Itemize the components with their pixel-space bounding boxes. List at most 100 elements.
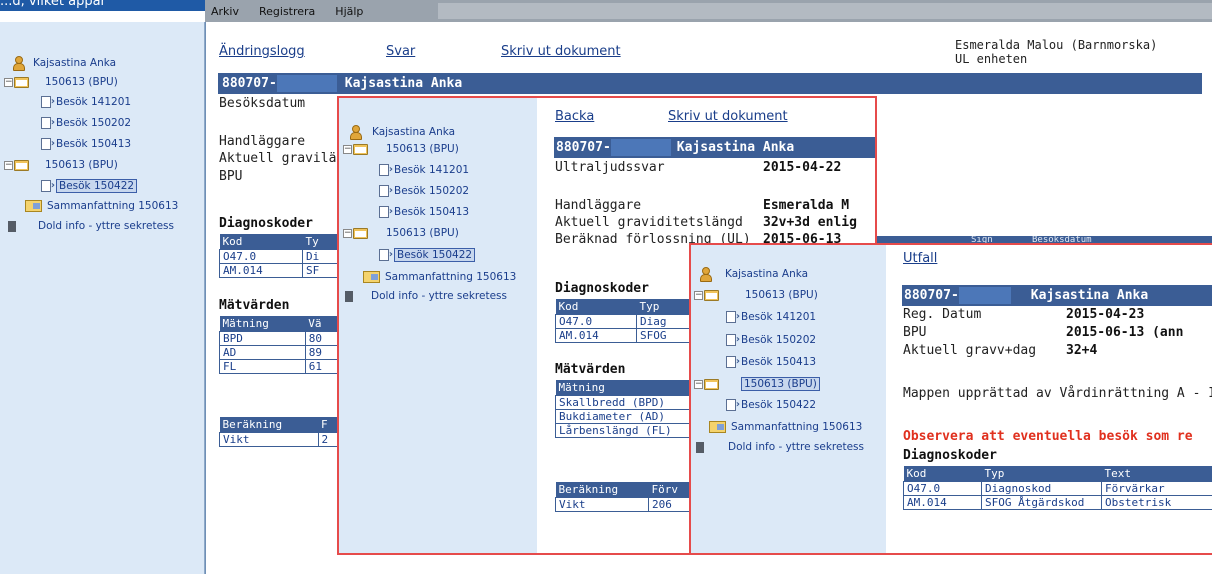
tree-folder-1-label: 150613 (BPU) (386, 143, 459, 155)
tree-summary[interactable]: Sammanfattning 150613 (25, 200, 178, 212)
table-row[interactable]: Skallbredd (BPD) (555, 394, 695, 410)
tree-folder-1[interactable]: − 150613 (BPU) (4, 76, 118, 88)
table-row[interactable]: AM.014 SF (218, 262, 339, 278)
cell: 2 (317, 431, 340, 447)
patient-id: 880707- (556, 140, 611, 155)
menu-arkiv[interactable]: Arkiv (211, 5, 239, 18)
patient-id: 880707- (904, 288, 959, 303)
table-row[interactable]: AM.014 SFOG (555, 327, 696, 343)
diagnoskoder-title: Diagnoskoder (219, 216, 313, 231)
tree-visit-label: Besök 141201 (56, 96, 132, 108)
cell: 89 (304, 344, 340, 360)
col-header: Kod (903, 466, 982, 481)
tree-folder-2-selected-label: 150613 (BPU) (741, 377, 820, 391)
document-icon (41, 117, 55, 129)
tree-summary[interactable]: Sammanfattning 150613 (363, 271, 516, 283)
tree-summary-label: Sammanfattning 150613 (385, 271, 517, 283)
document-icon (41, 138, 55, 150)
col-header: F (318, 417, 339, 432)
tree-hidden-info[interactable]: Dold info - yttre sekretess (8, 220, 174, 232)
tree-visit-141201[interactable]: Besök 141201 (726, 311, 816, 323)
tree-folder-1[interactable]: − 150613 (BPU) (694, 289, 818, 301)
folder-icon (704, 378, 719, 390)
cell: Vikt (219, 431, 319, 447)
print-document-link[interactable]: Skriv ut dokument (668, 109, 788, 124)
table-row[interactable]: O47.0 Diag (555, 313, 696, 329)
cell: AD (219, 344, 306, 360)
patient-id: 880707- (222, 76, 277, 91)
gravv-value: 32+4 (1066, 343, 1098, 358)
patient-icon (349, 125, 362, 140)
tree-visit-150202[interactable]: Besök 150202 (379, 185, 469, 197)
back-link[interactable]: Backa (555, 109, 594, 124)
tree-visit-150422[interactable]: Besök 150422 (379, 248, 476, 262)
outcome-link[interactable]: Utfall (903, 251, 937, 266)
menu-registrera[interactable]: Registrera (259, 5, 315, 18)
tree-visit-141201[interactable]: Besök 141201 (41, 96, 131, 108)
table-row[interactable]: Bukdiameter (AD) (555, 408, 695, 424)
table-row[interactable]: Vikt 2 (219, 431, 340, 447)
cell: O47.0 (903, 480, 982, 496)
patient-icon (12, 56, 25, 71)
handlaggare-value: Esmeralda M (763, 198, 850, 213)
tree-visit-150202[interactable]: Besök 150202 (726, 334, 816, 346)
handlaggare-label: Handläggare (555, 198, 642, 213)
change-log-link[interactable]: Ändringslogg (219, 44, 305, 59)
masked-id (610, 139, 671, 156)
table-row[interactable]: O47.0 Diagnoskod Förvärkar (903, 480, 1212, 496)
mappen-text: Mappen upprättad av Vårdinrättning A - I (903, 386, 1212, 401)
cell: AM.014 (218, 262, 304, 278)
cell: BPD (219, 330, 306, 346)
col-header: Typ (981, 466, 1102, 481)
tree-folder-2[interactable]: − 150613 (BPU) (343, 227, 459, 239)
tree-folder-1-label: 150613 (BPU) (745, 289, 818, 301)
svar-link[interactable]: Svar (386, 44, 415, 59)
tree-summary[interactable]: Sammanfattning 150613 (709, 421, 862, 433)
tree-patient[interactable]: Kajsastina Anka (699, 267, 808, 282)
collapse-icon[interactable]: − (343, 228, 352, 238)
cell: O47.0 (555, 313, 637, 329)
tree-patient[interactable]: Kajsastina Anka (349, 125, 455, 140)
folder-icon (353, 227, 368, 239)
table-row[interactable]: Vikt 206 (555, 496, 696, 512)
table-row[interactable]: AD 89 (219, 344, 340, 360)
bpu-value: 2015-06-13 (ann (1066, 325, 1184, 340)
menu-hjalp[interactable]: Hjälp (335, 5, 363, 18)
bpu-label: BPU (903, 325, 927, 340)
col-header: Typ (636, 299, 695, 314)
collapse-icon[interactable]: − (694, 379, 703, 389)
print-document-link[interactable]: Skriv ut dokument (501, 44, 621, 59)
table-row[interactable]: FL 61 (219, 358, 340, 374)
tree-visit-150202[interactable]: Besök 150202 (41, 117, 131, 129)
tree-visit-150413[interactable]: Besök 150413 (41, 138, 131, 150)
menu-bar: Arkiv Registrera Hjälp (205, 0, 1212, 22)
tree-folder-1[interactable]: − 150613 (BPU) (343, 143, 459, 155)
graviditet-value: 32v+3d enlig (763, 215, 857, 230)
tree-hidden-info[interactable]: Dold info - yttre sekretess (696, 441, 864, 453)
cell: SFOG (635, 327, 696, 343)
table-row[interactable]: Lårbenslängd (FL) (555, 422, 695, 438)
bpu-label: BPU (219, 169, 243, 184)
tree-hidden-label: Dold info - yttre sekretess (38, 220, 174, 232)
table-row[interactable]: BPD 80 (219, 330, 340, 346)
tree-visit-150422[interactable]: Besök 150422 (726, 399, 816, 411)
collapse-icon[interactable]: − (4, 160, 13, 170)
table-row[interactable]: AM.014 SFOG Åtgärdskod Obstetrisk (903, 494, 1212, 510)
collapse-icon[interactable]: − (343, 144, 352, 154)
tree-visit-150422[interactable]: Besök 150422 (41, 179, 138, 193)
tree-visit-150413[interactable]: Besök 150413 (379, 206, 469, 218)
graviditet-label: Aktuell graviditetslängd (555, 215, 743, 230)
tree-folder-2[interactable]: − 150613 (BPU) (694, 377, 820, 391)
cell: 61 (304, 358, 340, 374)
reg-datum-value: 2015-04-23 (1066, 307, 1145, 322)
tree-hidden-info[interactable]: Dold info - yttre sekretess (345, 290, 507, 302)
tree-visit-150413[interactable]: Besök 150413 (726, 356, 816, 368)
collapse-icon[interactable]: − (694, 290, 703, 300)
collapse-icon[interactable]: − (4, 77, 13, 87)
table-row[interactable]: O47.0 Di (218, 248, 339, 264)
tree-folder-2[interactable]: − 150613 (BPU) (4, 159, 118, 171)
tree-visit-141201[interactable]: Besök 141201 (379, 164, 469, 176)
patient-header-bar: 880707- Kajsastina Anka (218, 73, 1202, 94)
tree-patient[interactable]: Kajsastina Anka (12, 56, 116, 71)
tree-hidden-label: Dold info - yttre sekretess (371, 290, 507, 302)
